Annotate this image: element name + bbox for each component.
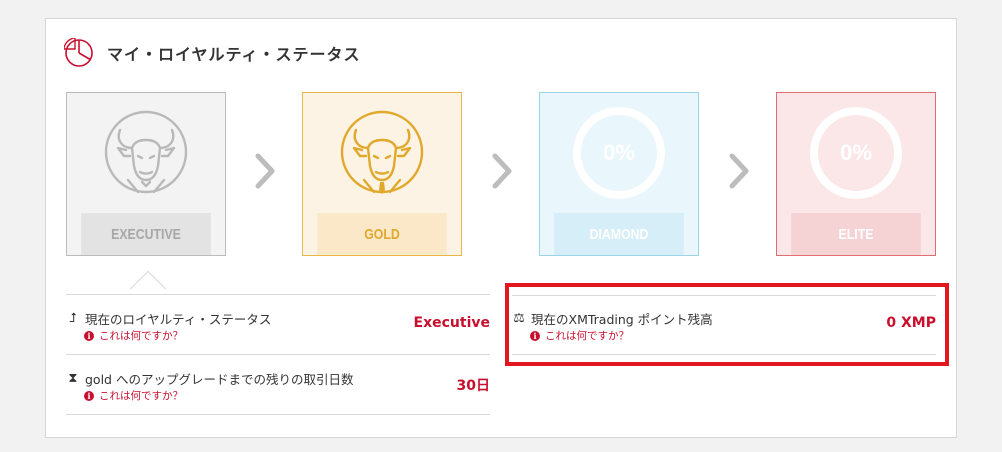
hourglass-icon: ⧗ [68, 371, 78, 386]
current-status-row: ⮥ 現在のロイヤルティ・ステータス i これは何ですか？ Executive [66, 295, 490, 355]
divider [66, 414, 490, 415]
tier-label: ELITE [791, 213, 921, 255]
tier-card-gold: GOLD [302, 92, 462, 256]
what-is-this-link[interactable]: i これは何ですか？ [84, 388, 183, 403]
chevron-right-icon [492, 153, 512, 189]
tier-label: GOLD [317, 213, 447, 255]
progress-label: 0% [840, 140, 872, 165]
row-label: gold へのアップグレードまでの残りの取引日数 [85, 372, 354, 387]
tier-label: EXECUTIVE [81, 213, 211, 255]
panel-header: マイ・ロイヤルティ・ステータス [64, 38, 361, 68]
info-icon: i [84, 390, 94, 401]
row-label: 現在のロイヤルティ・ステータス [85, 312, 272, 327]
progress-ring: 0% [573, 107, 665, 199]
pie-chart-icon [64, 38, 93, 67]
remaining-days-row: ⧗ gold へのアップグレードまでの残りの取引日数 i これは何ですか？ 30… [66, 355, 490, 415]
chevron-right-icon [729, 153, 749, 189]
info-icon: i [84, 330, 94, 341]
tier-card-diamond: 0% DIAMOND [539, 92, 699, 256]
upgrade-arrow-icon: ⮥ [69, 311, 77, 326]
tier-card-elite: 0% ELITE [776, 92, 936, 256]
progress-ring: 0% [810, 107, 902, 199]
tier-label: DIAMOND [554, 213, 684, 255]
days-value: 30日 [456, 378, 490, 394]
status-value: Executive [413, 315, 490, 331]
page-title: マイ・ロイヤルティ・ステータス [107, 45, 361, 64]
bull-icon [340, 110, 424, 194]
progress-label: 0% [603, 140, 635, 165]
tier-card-executive: EXECUTIVE [66, 92, 226, 256]
highlight-box [505, 283, 949, 366]
chevron-right-icon [255, 153, 275, 189]
loyalty-status-panel: マイ・ロイヤルティ・ステータス EXECUTIVE GOLD 0% DIAMON… [45, 18, 957, 438]
bull-icon [104, 110, 188, 194]
what-is-this-link[interactable]: i これは何ですか？ [84, 328, 183, 343]
